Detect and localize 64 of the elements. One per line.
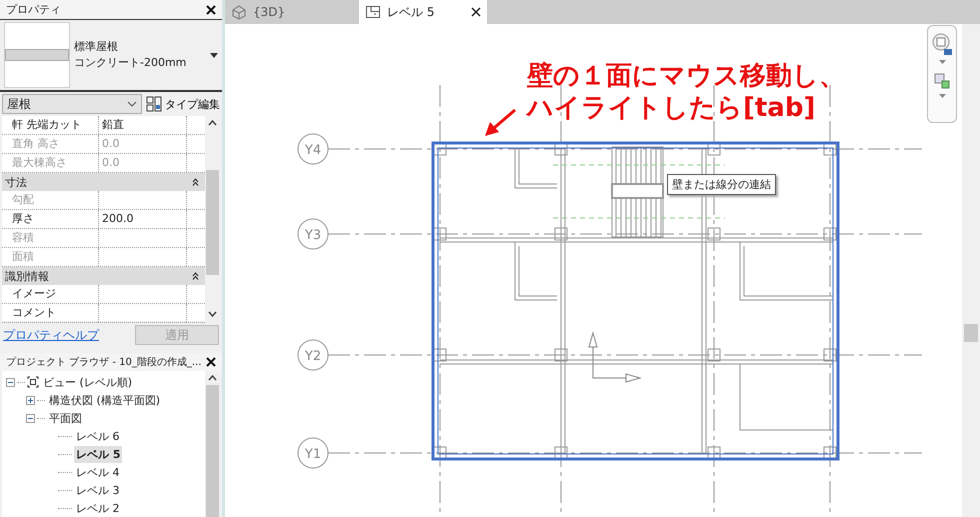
collapse-icon[interactable] bbox=[26, 414, 35, 422]
view-tab[interactable]: レベル 5 bbox=[359, 0, 487, 24]
help-link[interactable]: プロパティヘルプ bbox=[3, 326, 99, 344]
double-chevron-up-icon bbox=[192, 178, 199, 186]
tooltip: 壁または線分の連結 bbox=[667, 174, 776, 195]
parameter-label: イメージ bbox=[2, 285, 99, 304]
type-detail: コンクリート-200mm bbox=[74, 55, 188, 72]
coordinate-axes-icon bbox=[588, 331, 642, 383]
expand-icon[interactable] bbox=[26, 396, 35, 404]
tree-item[interactable]: ビュー (レベル順) bbox=[41, 374, 134, 390]
navigation-bar[interactable] bbox=[927, 25, 957, 123]
tree-item[interactable]: レベル 2 bbox=[74, 500, 122, 516]
floor-plan-icon bbox=[365, 4, 381, 20]
roof-preview-icon bbox=[4, 22, 70, 88]
chevron-up-icon[interactable] bbox=[208, 120, 217, 126]
type-name: 標準屋根 bbox=[74, 39, 119, 56]
caret-icon[interactable] bbox=[938, 60, 946, 64]
parameter-label: 容積 bbox=[2, 229, 99, 248]
panel-title: プロパティ bbox=[6, 2, 61, 18]
annotation-text: 壁の１面にマウス移動し、 ハイライトしたら[tab] bbox=[527, 60, 845, 124]
zoom-icon[interactable] bbox=[933, 72, 951, 90]
grid-bubble[interactable]: Y1 bbox=[298, 438, 328, 468]
floor-plan-drawing[interactable] bbox=[432, 142, 840, 460]
category-dropdown[interactable]: 屋根 bbox=[2, 94, 142, 114]
parameter-label: 勾配 bbox=[2, 191, 99, 210]
chevron-down-icon[interactable] bbox=[208, 311, 217, 318]
grid-bubble[interactable]: Y2 bbox=[298, 340, 328, 370]
dropdown-icon bbox=[210, 52, 218, 58]
close-button[interactable] bbox=[204, 4, 218, 15]
panel-title: プロジェクト ブラウザ - 10_階段の作成_... bbox=[6, 356, 202, 370]
close-icon[interactable] bbox=[471, 7, 481, 17]
parameter-value[interactable]: 200.0 bbox=[99, 210, 187, 228]
type-selector[interactable]: 標準屋根 コンクリート-200mm bbox=[0, 20, 222, 92]
parameter-value[interactable]: 鉛直 bbox=[99, 116, 187, 134]
grid-bubble[interactable]: Y4 bbox=[298, 134, 328, 164]
parameter-label: 面積 bbox=[2, 248, 99, 266]
parameter-label: 直角 高さ bbox=[2, 135, 99, 154]
view-cube-icon[interactable] bbox=[931, 32, 953, 56]
tree-item[interactable]: 平面図 bbox=[47, 410, 84, 426]
tree-item[interactable]: レベル 6 bbox=[74, 428, 122, 444]
tree-item[interactable]: レベル 3 bbox=[74, 482, 122, 498]
parameter-label: コメント bbox=[2, 304, 99, 322]
view-tab[interactable]: {3D} bbox=[225, 0, 357, 24]
scrollbar[interactable] bbox=[962, 24, 980, 517]
parameter-label: 軒 先端カット bbox=[2, 116, 99, 134]
caret-icon[interactable] bbox=[938, 94, 946, 98]
type-properties-icon bbox=[146, 96, 162, 112]
collapse-icon[interactable] bbox=[6, 378, 15, 386]
tree-item[interactable]: レベル 5 bbox=[74, 446, 122, 462]
scrollbar[interactable] bbox=[205, 371, 220, 517]
chevron-up-icon[interactable] bbox=[208, 375, 217, 381]
group-header[interactable]: 寸法 bbox=[2, 173, 205, 192]
chevron-down-icon bbox=[127, 101, 137, 108]
edit-type-button[interactable]: タイプ編集 bbox=[146, 96, 220, 112]
parameter-label: 厚さ bbox=[2, 210, 99, 228]
tree-item[interactable]: 構造伏図 (構造平面図) bbox=[47, 392, 162, 408]
group-header[interactable]: 識別情報 bbox=[2, 267, 205, 286]
close-button[interactable] bbox=[204, 357, 218, 368]
view-icon bbox=[27, 376, 39, 388]
parameter-label: 最大棟高さ bbox=[2, 154, 99, 172]
grid-bubble[interactable]: Y3 bbox=[298, 218, 328, 250]
pointer-arrow bbox=[485, 108, 516, 136]
double-chevron-up-icon bbox=[192, 272, 199, 280]
tree-item[interactable]: レベル 4 bbox=[74, 464, 122, 480]
